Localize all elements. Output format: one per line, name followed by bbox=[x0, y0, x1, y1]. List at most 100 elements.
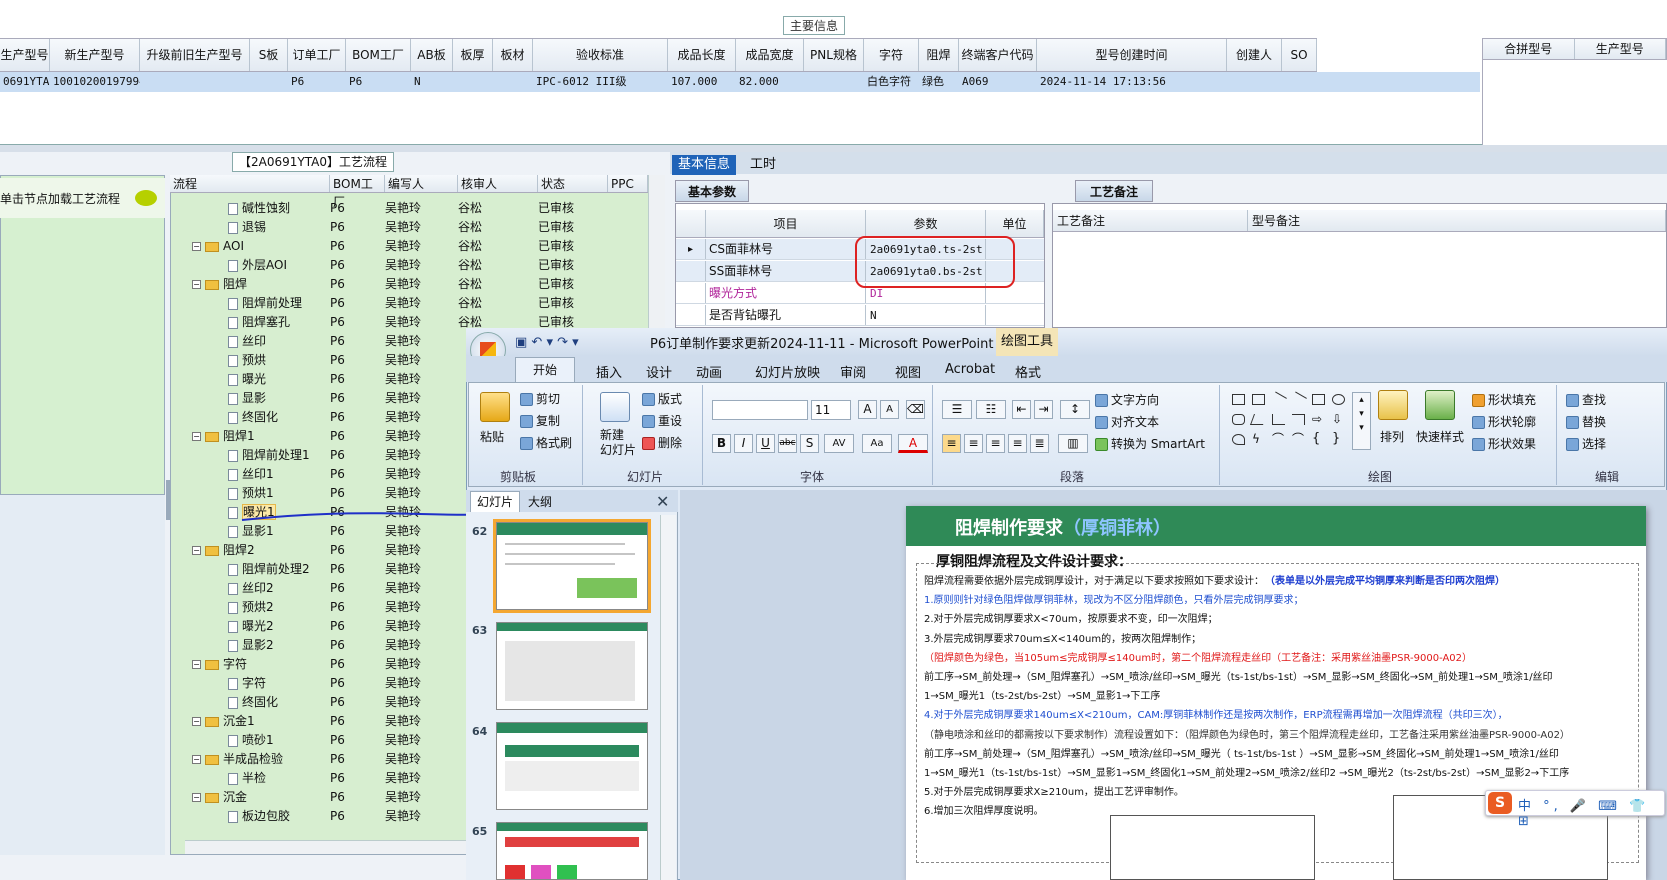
tree-node[interactable]: 阻焊塞孔 bbox=[228, 313, 290, 332]
slide-thumbnail-65[interactable] bbox=[496, 822, 648, 880]
main-col-header[interactable]: 成品长度 bbox=[668, 39, 736, 71]
oval-shape-icon[interactable] bbox=[1332, 394, 1345, 405]
main-col-header[interactable]: S板 bbox=[250, 39, 288, 71]
ribbon-tab-acrobat[interactable]: Acrobat bbox=[945, 362, 995, 377]
cut-button[interactable]: 剪切 bbox=[520, 390, 560, 407]
expand-toggle-icon[interactable]: − bbox=[192, 717, 201, 726]
tree-node-cell[interactable]: 字符 bbox=[170, 674, 330, 693]
tree-node-cell[interactable]: − 阻焊2 bbox=[170, 541, 330, 560]
reset-button[interactable]: 重设 bbox=[642, 412, 682, 429]
tree-node[interactable]: 预烘 bbox=[228, 351, 266, 370]
find-button[interactable]: 查找 bbox=[1566, 391, 1606, 408]
change-case-button[interactable]: Aa bbox=[862, 434, 892, 453]
main-cell[interactable] bbox=[1227, 72, 1282, 92]
tree-col-header[interactable]: 流程 bbox=[170, 175, 330, 192]
curve-shape-icon[interactable]: ⌒ bbox=[1272, 433, 1285, 445]
main-cell[interactable]: 107.000 bbox=[668, 72, 736, 92]
tree-node[interactable]: 预烘1 bbox=[228, 484, 274, 503]
tree-node-cell[interactable]: − AOI bbox=[170, 237, 330, 256]
merge-model-grid[interactable] bbox=[1482, 60, 1667, 145]
align-center-button[interactable]: ≡ bbox=[964, 434, 983, 453]
numbering-button[interactable]: ☷ bbox=[976, 400, 1006, 419]
main-col-header[interactable]: 板厚 bbox=[453, 39, 493, 71]
shrink-font-button[interactable]: A bbox=[880, 400, 899, 419]
tree-node-cell[interactable]: 喷砂1 bbox=[170, 731, 330, 750]
smartart-button[interactable]: 转换为 SmartArt bbox=[1095, 435, 1205, 452]
layout-button[interactable]: 版式 bbox=[642, 390, 682, 407]
main-cell[interactable] bbox=[493, 72, 533, 92]
replace-button[interactable]: 替换 bbox=[1566, 413, 1606, 430]
tree-node-cell[interactable]: 阻焊前处理1 bbox=[170, 446, 330, 465]
grow-font-button[interactable]: A bbox=[858, 400, 877, 419]
main-col-header[interactable]: 创建人 bbox=[1227, 39, 1282, 71]
ribbon-tab-insert[interactable]: 插入 bbox=[596, 362, 622, 381]
main-col-header[interactable]: 字符 bbox=[864, 39, 919, 71]
main-col-header[interactable]: BOM工厂 bbox=[346, 39, 411, 71]
tree-node[interactable]: 预烘2 bbox=[228, 598, 274, 617]
tree-node[interactable]: 碱性蚀刻 bbox=[228, 199, 290, 218]
underline-button[interactable]: U bbox=[756, 434, 775, 453]
ribbon-tab-design[interactable]: 设计 bbox=[646, 362, 672, 381]
ribbon-tab-format[interactable]: 格式 bbox=[1015, 362, 1041, 381]
delete-slide-button[interactable]: 删除 bbox=[642, 434, 682, 451]
tree-row[interactable]: 碱性蚀刻 P6 吴艳玲 谷松 已审核 bbox=[170, 199, 608, 218]
elbow-shape-icon[interactable] bbox=[1292, 414, 1305, 425]
down-arrow-shape-icon[interactable]: ⇩ bbox=[1332, 413, 1345, 425]
main-cell[interactable]: P6 bbox=[346, 72, 411, 92]
new-slide-icon[interactable] bbox=[600, 392, 630, 422]
paste-icon[interactable] bbox=[480, 392, 510, 422]
main-col-header[interactable]: 终端客户代码 bbox=[959, 39, 1037, 71]
tree-node-cell[interactable]: − 沉金1 bbox=[170, 712, 330, 731]
align-right-button[interactable]: ≡ bbox=[986, 434, 1005, 453]
main-cell[interactable]: 绿色 bbox=[919, 72, 959, 92]
shadow-button[interactable]: S bbox=[800, 434, 819, 453]
tree-node[interactable]: 显影2 bbox=[228, 636, 274, 655]
left-node-panel[interactable] bbox=[0, 175, 165, 495]
tree-node[interactable]: 板边包胶 bbox=[228, 807, 290, 826]
basic-params-title[interactable]: 基本参数 bbox=[675, 180, 750, 202]
align-left-button[interactable]: ≡ bbox=[942, 434, 961, 453]
shape-fill-button[interactable]: 形状填充 bbox=[1472, 391, 1536, 408]
bold-button[interactable]: B bbox=[712, 434, 731, 453]
tree-node[interactable]: − AOI bbox=[192, 237, 244, 256]
tree-node-cell[interactable]: − 阻焊1 bbox=[170, 427, 330, 446]
tree-node-cell[interactable]: 显影 bbox=[170, 389, 330, 408]
slide-thumbnail-62[interactable] bbox=[493, 519, 651, 613]
tree-node-cell[interactable]: 阻焊前处理2 bbox=[170, 560, 330, 579]
merge-col-header[interactable]: 生产型号 bbox=[1575, 39, 1666, 59]
ppt-titlebar[interactable] bbox=[466, 328, 1667, 356]
paste-button[interactable]: 粘贴 bbox=[480, 428, 504, 445]
tree-node-cell[interactable]: 曝光 bbox=[170, 370, 330, 389]
lightning-shape-icon[interactable]: ϟ bbox=[1252, 433, 1265, 445]
quick-styles-button[interactable]: 快速样式 bbox=[1416, 428, 1464, 445]
tree-row[interactable]: 外层AOI P6 吴艳玲 谷松 已审核 bbox=[170, 256, 608, 275]
tree-node-cell[interactable]: − 阻焊 bbox=[170, 275, 330, 294]
tree-node[interactable]: − 阻焊 bbox=[192, 275, 247, 294]
tree-node[interactable]: 曝光 bbox=[228, 370, 266, 389]
main-col-header[interactable]: 新生产型号 bbox=[50, 39, 140, 71]
expand-toggle-icon[interactable]: − bbox=[192, 755, 201, 764]
decrease-indent-button[interactable]: ⇤ bbox=[1012, 400, 1031, 419]
increase-indent-button[interactable]: ⇥ bbox=[1034, 400, 1053, 419]
main-cell[interactable]: A069 bbox=[959, 72, 1037, 92]
textbox-shape-icon[interactable] bbox=[1232, 394, 1245, 405]
main-cell[interactable] bbox=[250, 72, 288, 92]
tree-node-cell[interactable]: − 沉金 bbox=[170, 788, 330, 807]
justify-button[interactable]: ≡ bbox=[1008, 434, 1027, 453]
close-icon[interactable]: ✕ bbox=[656, 492, 669, 511]
tree-node[interactable]: − 沉金1 bbox=[192, 712, 255, 731]
main-col-header[interactable]: AB板 bbox=[411, 39, 453, 71]
copy-button[interactable]: 复制 bbox=[520, 412, 560, 429]
expand-toggle-icon[interactable]: − bbox=[192, 242, 201, 251]
tree-node-cell[interactable]: 显影1 bbox=[170, 522, 330, 541]
tree-node[interactable]: 退锡 bbox=[228, 218, 266, 237]
tree-node-cell[interactable]: 半检 bbox=[170, 769, 330, 788]
expand-toggle-icon[interactable]: − bbox=[192, 793, 201, 802]
tree-node-cell[interactable]: − 半成品检验 bbox=[170, 750, 330, 769]
main-cell[interactable]: IPC-6012 III级 bbox=[533, 72, 668, 92]
expand-toggle-icon[interactable]: − bbox=[192, 546, 201, 555]
quick-access-toolbar[interactable]: ▣ ↶ ▾ ↷ ▾ bbox=[515, 335, 579, 350]
main-cell[interactable]: 白色字符 bbox=[864, 72, 919, 92]
char-spacing-button[interactable]: AV bbox=[824, 434, 854, 453]
param-row[interactable]: 是否背钻曝孔 N bbox=[676, 305, 1044, 326]
